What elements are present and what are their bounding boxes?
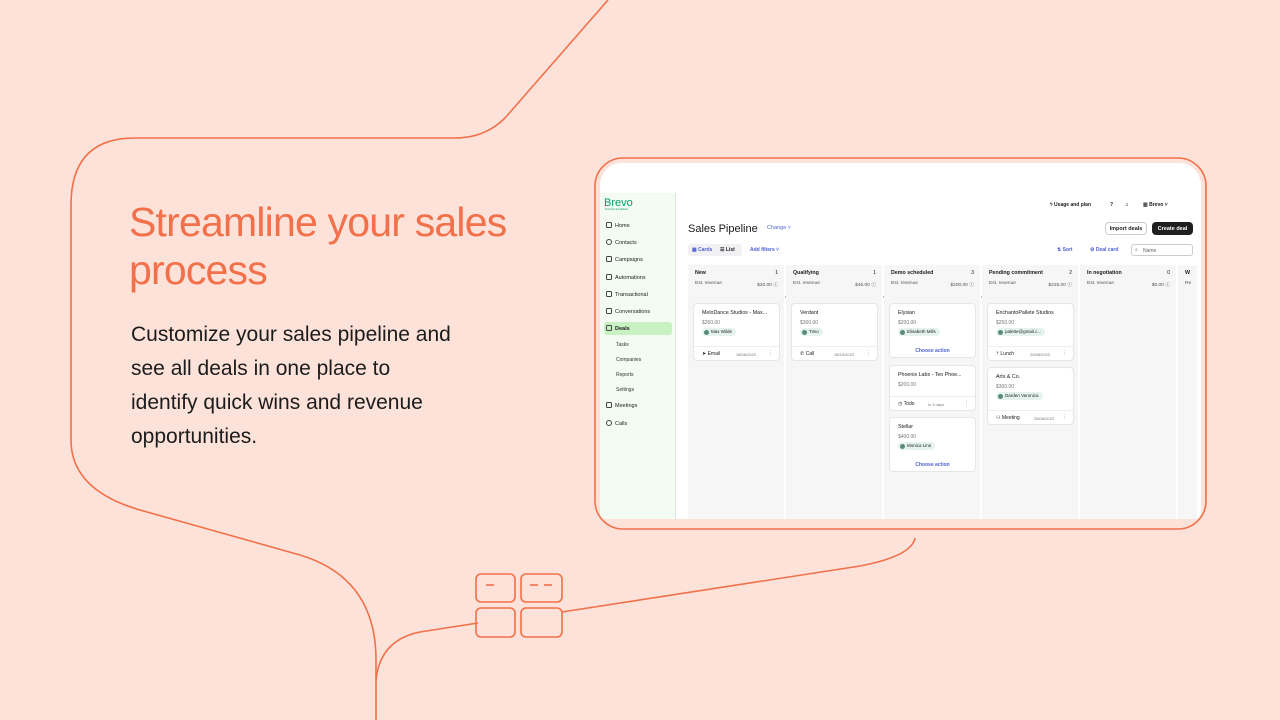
deal-card[interactable]: Phoenix Labs - Teo Phoe... $200.00 ◷ Tod… [889, 365, 976, 411]
chevron-down-icon: ˅ [774, 247, 780, 253]
search-input[interactable]: ⌕ Name [1131, 244, 1193, 256]
deals-icon [606, 325, 612, 331]
sidebar-item-transactional[interactable]: Transactional [604, 288, 672, 301]
more-options-icon[interactable]: ⋮ [964, 400, 969, 406]
home-icon [606, 222, 612, 228]
usage-and-plan-link[interactable]: ϟ Usage and plan [1050, 202, 1091, 208]
sidebar-subitem-tasks[interactable]: Tasks [616, 342, 629, 348]
task-action[interactable]: ✆ Call [800, 351, 814, 357]
app-screenshot: Brevo Formerly Sendinblue Home Contacts … [600, 163, 1201, 519]
choose-action-link[interactable]: Choose action [890, 348, 975, 354]
info-icon: ⓘ [1067, 283, 1072, 288]
headline: Streamline your sales process [129, 199, 507, 293]
sidebar-item-automations[interactable]: Automations [604, 271, 672, 284]
sidebar-item-deals[interactable]: Deals [604, 322, 672, 335]
change-pipeline-button[interactable]: Change ˅ [767, 225, 791, 231]
pipeline-column: Qualifying 1 Est. revenue $45.00 ⓘ Verda… [786, 265, 883, 519]
sort-button[interactable]: ⇅ Sort [1057, 247, 1073, 253]
task-action[interactable]: ➤ Email [702, 351, 720, 357]
account-menu[interactable]: ▥ Brevo ˅ [1143, 202, 1168, 208]
more-options-icon[interactable]: ⋮ [768, 350, 773, 356]
deal-card[interactable]: Verdant $300.00 Timo ✆ Call 18/10/2023 ⋮ [791, 303, 878, 361]
view-list-button[interactable]: ☰ List [720, 247, 735, 253]
pipeline-column: W Re [1178, 265, 1198, 519]
task-action[interactable]: ◷ Todo [898, 401, 915, 407]
info-icon: ⓘ [871, 283, 876, 288]
info-icon: ⓘ [969, 283, 974, 288]
contact-chip[interactable]: Darden Veronica [996, 392, 1043, 400]
view-cards-button[interactable]: ▦ Cards [692, 247, 712, 253]
pipeline-column: Pending commitment 2 Est. revenue $225.0… [982, 265, 1079, 519]
task-action[interactable]: ⚇ Meeting [996, 415, 1020, 421]
contacts-icon [606, 239, 612, 245]
chevron-down-icon: ˅ [786, 225, 792, 231]
sidebar-item-campaigns[interactable]: Campaigns [604, 253, 672, 266]
create-deal-button[interactable]: Create deal [1152, 222, 1193, 235]
more-options-icon[interactable]: ⋮ [1062, 414, 1067, 420]
info-icon: ⓘ [1165, 283, 1170, 288]
sidebar-subitem-settings[interactable]: Settings [616, 387, 634, 393]
sidebar-item-calls[interactable]: Calls [604, 417, 672, 430]
contact-chip[interactable]: palette@gmail.c... [996, 328, 1046, 336]
help-icon[interactable]: ? [1110, 202, 1113, 208]
calendar-icon [606, 402, 612, 408]
pipeline-column: In negotiation 0 Est. revenue $0.00 ⓘ [1080, 265, 1177, 519]
chevron-down-icon: ˅ [1163, 202, 1168, 208]
page-title: Sales Pipeline [688, 223, 758, 235]
pipeline-column: New 1 Est. revenue $20.00 ⓘ MeloDance St… [688, 265, 785, 519]
choose-action-link[interactable]: Choose action [890, 462, 975, 468]
deal-card[interactable]: Stellar $400.00 Monica Linn Choose actio… [889, 417, 976, 472]
pipeline-board: New 1 Est. revenue $20.00 ⓘ MeloDance St… [688, 265, 1198, 519]
contact-chip[interactable]: Monica Linn [898, 442, 936, 450]
transfer-icon [606, 291, 612, 297]
contact-chip[interactable]: Max Wilde [702, 328, 737, 336]
phone-icon [606, 420, 612, 426]
automation-icon [606, 274, 612, 280]
notification-icon[interactable]: ♫ [1125, 202, 1129, 208]
sidebar-item-conversations[interactable]: Conversations [604, 305, 672, 318]
pipeline-column: Demo scheduled 3 Est. revenue $200.00 ⓘ … [884, 265, 981, 519]
contact-chip[interactable]: Elisabeth Mills [898, 328, 940, 336]
deal-card[interactable]: Arts & Co. $300.00 Darden Veronica ⚇ Mee… [987, 367, 1074, 425]
task-action[interactable]: ᛘ Lunch [996, 351, 1014, 357]
sidebar: Brevo Formerly Sendinblue Home Contacts … [600, 193, 676, 519]
more-options-icon[interactable]: ⋮ [1062, 350, 1067, 356]
send-icon [606, 256, 612, 262]
add-filters-button[interactable]: Add filters ˅ [750, 247, 779, 253]
import-deals-button[interactable]: Import deals [1105, 222, 1147, 235]
brand-logo-sub: Formerly Sendinblue [605, 208, 629, 211]
deal-card[interactable]: Elysian $200.00 Elisabeth Mills Choose a… [889, 303, 976, 358]
deal-card[interactable]: MeloDance Studios - Max... $350.00 Max W… [693, 303, 780, 361]
more-options-icon[interactable]: ⋮ [866, 350, 871, 356]
sidebar-subitem-companies[interactable]: Companies [616, 357, 641, 363]
info-icon: ⓘ [773, 283, 778, 288]
search-icon: ⌕ [1135, 247, 1138, 253]
contact-chip[interactable]: Timo [800, 328, 823, 336]
deal-card-button[interactable]: ⚙ Deal card [1090, 247, 1118, 253]
deal-card[interactable]: EnchantoPallete Studios $250.00 palette@… [987, 303, 1074, 361]
sidebar-item-home[interactable]: Home [604, 219, 672, 232]
sidebar-item-contacts[interactable]: Contacts [604, 236, 672, 249]
sidebar-subitem-reports[interactable]: Reports [616, 372, 634, 378]
sidebar-item-meetings[interactable]: Meetings [604, 399, 672, 412]
body-copy: Customize your sales pipeline and see al… [131, 323, 451, 448]
chat-icon [606, 308, 612, 314]
